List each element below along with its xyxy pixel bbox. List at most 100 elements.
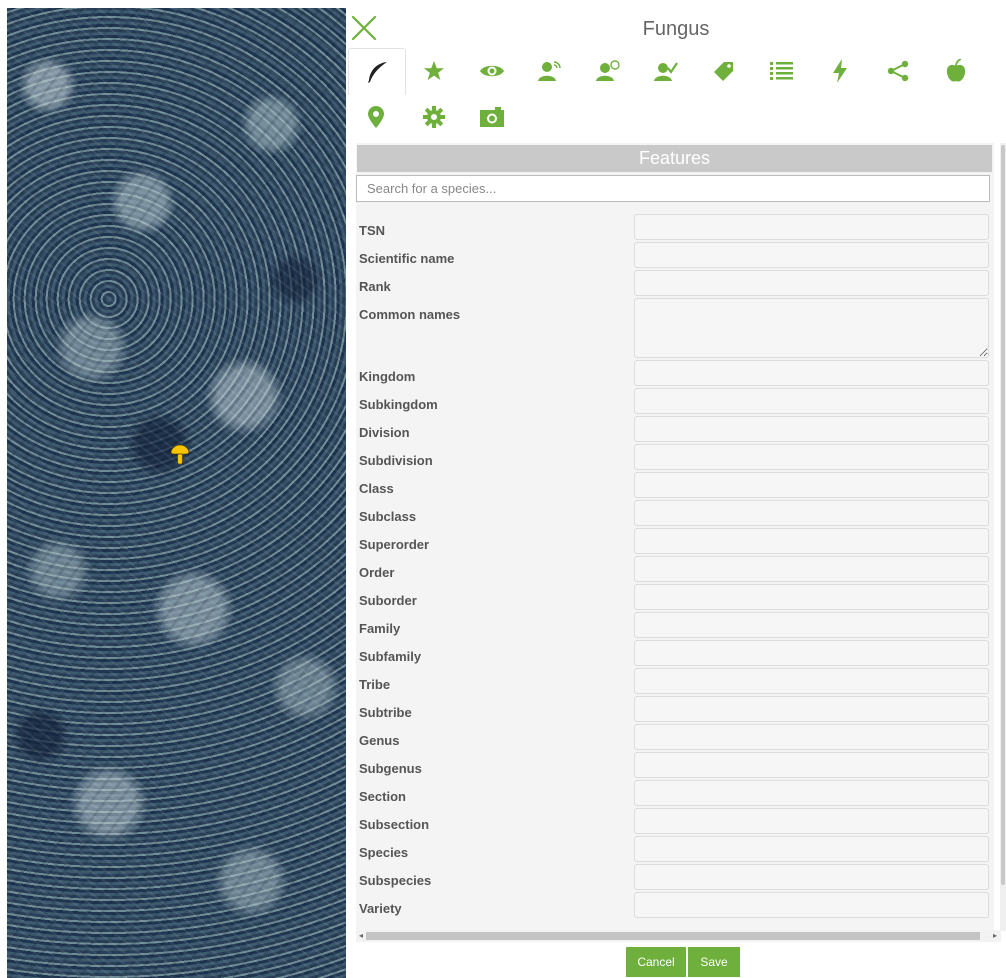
features-form: Features TSN Scientific name Rank Common na…	[356, 143, 994, 931]
field-input[interactable]	[634, 724, 989, 750]
field-row: Subgenus	[356, 751, 992, 779]
field-input[interactable]	[634, 612, 989, 638]
field-input[interactable]	[634, 864, 989, 890]
field-input[interactable]	[634, 472, 989, 498]
list-icon	[770, 62, 793, 80]
field-label: Rank	[359, 279, 391, 294]
field-input[interactable]	[634, 500, 989, 526]
save-button[interactable]: Save	[688, 947, 740, 977]
species-search-input[interactable]	[356, 175, 990, 202]
tab-settings[interactable]	[406, 94, 462, 140]
field-row: Species	[356, 835, 992, 863]
tab-favorites[interactable]	[406, 48, 462, 94]
field-label: Subfamily	[359, 649, 422, 664]
field-input[interactable]	[634, 780, 989, 806]
field-label: Subsection	[359, 817, 430, 832]
tab-fruit[interactable]	[928, 48, 984, 94]
tab-user-check[interactable]	[638, 48, 694, 94]
field-input[interactable]	[634, 270, 989, 296]
tab-feather[interactable]	[348, 48, 406, 95]
field-row: Tribe	[356, 667, 992, 695]
field-label: Family	[359, 621, 401, 636]
field-row: Genus	[356, 723, 992, 751]
field-row: Variety	[356, 891, 992, 919]
scroll-left-arrow-icon[interactable]: ◂	[356, 930, 366, 942]
field-row: Scientific name	[356, 241, 992, 269]
tab-list[interactable]	[754, 48, 810, 94]
tab-share[interactable]	[870, 48, 926, 94]
field-label: Subtribe	[359, 705, 412, 720]
tab-observation[interactable]	[464, 48, 520, 94]
field-row: Class	[356, 471, 992, 499]
field-label: Division	[359, 425, 410, 440]
field-input[interactable]	[634, 298, 989, 358]
vertical-scrollbar[interactable]	[1000, 143, 1006, 931]
cancel-button[interactable]: Cancel	[626, 947, 686, 977]
field-input[interactable]	[634, 388, 989, 414]
field-label: Superorder	[359, 537, 430, 552]
field-input[interactable]	[634, 214, 989, 240]
field-row: Subtribe	[356, 695, 992, 723]
field-input[interactable]	[634, 444, 989, 470]
field-label: Class	[359, 481, 394, 496]
field-row: Subdivision	[356, 443, 992, 471]
eye-icon	[480, 65, 504, 77]
field-label: Subgenus	[359, 761, 422, 776]
field-label: Genus	[359, 733, 400, 748]
field-input[interactable]	[634, 668, 989, 694]
field-row: Suborder	[356, 583, 992, 611]
field-input[interactable]	[634, 528, 989, 554]
apple-icon	[946, 59, 966, 82]
field-input[interactable]	[634, 892, 989, 918]
features-header: Features	[357, 145, 992, 172]
field-row: Subkingdom	[356, 387, 992, 415]
map-pin-icon	[368, 106, 384, 128]
scroll-right-arrow-icon[interactable]: ▸	[989, 930, 1001, 942]
close-icon[interactable]	[351, 15, 377, 41]
field-label: Species	[359, 845, 409, 860]
field-input[interactable]	[634, 416, 989, 442]
field-label: Suborder	[359, 593, 417, 608]
field-row: Section	[356, 779, 992, 807]
user-clock-icon	[596, 60, 620, 81]
tab-user-clock[interactable]	[580, 48, 636, 94]
field-label: Subdivision	[359, 453, 433, 468]
vertical-scrollbar-thumb[interactable]	[1001, 145, 1005, 885]
field-input[interactable]	[634, 584, 989, 610]
field-input[interactable]	[634, 360, 989, 386]
field-input[interactable]	[634, 640, 989, 666]
tag-icon	[714, 62, 733, 81]
field-label: Subspecies	[359, 873, 432, 888]
tab-actions[interactable]	[812, 48, 868, 94]
field-input[interactable]	[634, 556, 989, 582]
field-label: Subkingdom	[359, 397, 438, 412]
tab-photo[interactable]	[464, 94, 520, 140]
horizontal-scrollbar-thumb[interactable]	[366, 932, 980, 940]
field-row: Subsection	[356, 807, 992, 835]
horizontal-scrollbar[interactable]: ◂ ▸	[356, 930, 1001, 942]
field-input[interactable]	[634, 808, 989, 834]
field-row: Subfamily	[356, 639, 992, 667]
tab-tags[interactable]	[696, 48, 752, 94]
bolt-icon	[833, 59, 847, 83]
field-input[interactable]	[634, 752, 989, 778]
field-label: Kingdom	[359, 369, 416, 384]
field-row: Rank	[356, 269, 992, 297]
field-row: Order	[356, 555, 992, 583]
feature-editor-panel: Fungus Features Search for a species... …	[346, 8, 1006, 978]
field-input[interactable]	[634, 696, 989, 722]
user-check-icon	[654, 62, 678, 81]
field-row: Subclass	[356, 499, 992, 527]
field-input[interactable]	[634, 836, 989, 862]
field-label: Scientific name	[359, 251, 455, 266]
field-row: TSN	[356, 213, 992, 241]
field-input[interactable]	[634, 242, 989, 268]
tab-user-signal[interactable]	[522, 48, 578, 94]
star-icon	[423, 60, 445, 81]
aerial-map[interactable]	[7, 8, 346, 978]
field-row: Family	[356, 611, 992, 639]
field-label: TSN	[359, 223, 385, 238]
tab-location[interactable]	[348, 94, 404, 140]
mushroom-marker-icon[interactable]	[170, 444, 190, 466]
field-row: Subspecies	[356, 863, 992, 891]
